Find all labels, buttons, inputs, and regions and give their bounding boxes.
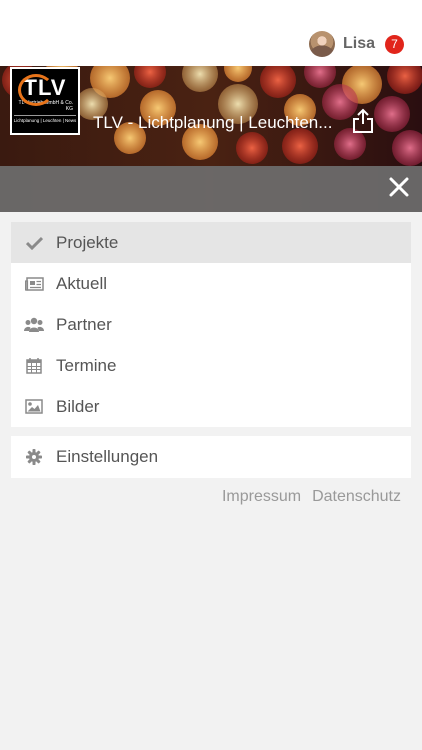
top-bar: Lisa 7 (0, 0, 422, 66)
menu-item-label: Aktuell (56, 273, 108, 293)
close-icon[interactable] (388, 176, 410, 198)
menu-item-label: Projekte (56, 232, 119, 252)
menu-item-label: Einstellungen (56, 446, 159, 466)
image-icon (24, 397, 44, 417)
menu-item-aktuell[interactable]: Aktuell (11, 263, 411, 304)
menu-item-termine[interactable]: Termine (11, 345, 411, 386)
settings-menu: Einstellungen (11, 436, 411, 478)
menu-item-label: Bilder (56, 396, 100, 416)
footer-links: Impressum Datenschutz (222, 488, 401, 506)
menu-item-bilder[interactable]: Bilder (11, 386, 411, 427)
logo-tagline: Lichtplanung | Leuchten | News (13, 115, 77, 123)
app-title: TLV - Lichtplanung | Leuchten... (93, 113, 333, 132)
menu-item-partner[interactable]: Partner (11, 304, 411, 345)
avatar[interactable] (308, 31, 335, 57)
main-menu: Projekte Aktuell Partner Termine Bilder (11, 222, 411, 427)
impressum-link[interactable]: Impressum (222, 488, 301, 506)
share-icon[interactable] (352, 108, 374, 134)
notification-badge[interactable]: 7 (385, 34, 404, 54)
menu-item-label: Termine (56, 355, 117, 375)
checkmark-icon (24, 233, 44, 253)
title-bar (0, 166, 422, 212)
menu-item-label: Partner (56, 314, 112, 334)
company-logo: TLV TL-Vertrieb GmbH & Co. KG Lichtplanu… (10, 67, 80, 135)
logo-mark: TLV (17, 74, 67, 106)
menu-item-einstellungen[interactable]: Einstellungen (11, 436, 411, 477)
gear-icon (24, 447, 44, 467)
datenschutz-link[interactable]: Datenschutz (312, 488, 401, 506)
user-menu[interactable]: Lisa 7 (308, 30, 404, 58)
calendar-icon (24, 356, 44, 376)
newspaper-icon (24, 274, 44, 294)
users-icon (24, 315, 44, 335)
username[interactable]: Lisa (343, 35, 375, 53)
menu-item-projekte[interactable]: Projekte (11, 222, 411, 263)
